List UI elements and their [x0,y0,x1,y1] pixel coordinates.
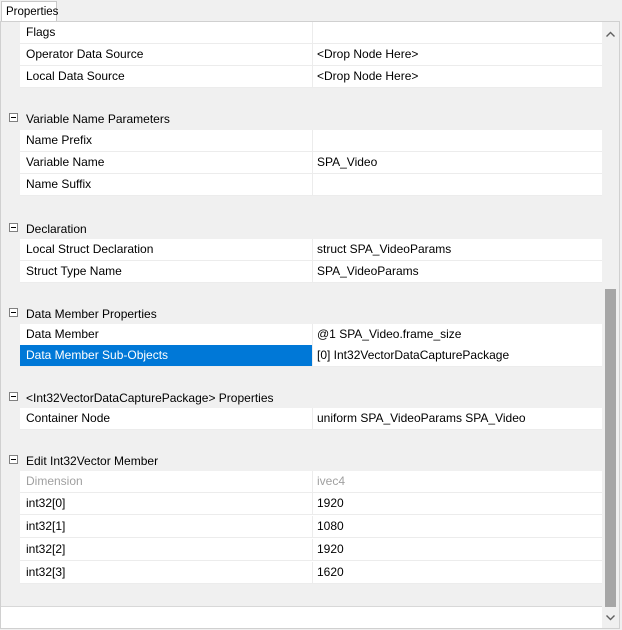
property-name: Name Suffix [26,177,92,191]
property-grid: Flags Operator Data Source <Drop Node He… [1,22,602,628]
property-value[interactable]: SPA_Video [317,152,602,173]
property-row-local-data-source[interactable]: Local Data Source <Drop Node Here> [20,66,602,88]
property-row-dimension: Dimension ivec4 [20,471,602,493]
property-name: int32[3] [26,565,66,579]
property-row-flags[interactable]: Flags [20,22,602,44]
property-row-data-member[interactable]: Data Member @1 SPA_Video.frame_size [20,324,602,346]
collapse-icon[interactable] [9,113,18,122]
property-name: Dimension [26,474,83,488]
property-value[interactable]: uniform SPA_VideoParams SPA_Video [317,408,602,429]
property-name: Name Prefix [26,133,93,147]
property-name: Struct Type Name [26,264,122,278]
property-row-int32-2[interactable]: int32[2] 1920 [20,539,602,561]
column-divider [312,130,313,151]
property-name: Flags [26,25,56,39]
property-row-local-struct-declaration[interactable]: Local Struct Declaration struct SPA_Vide… [20,239,602,261]
column-divider [312,539,313,560]
chevron-up-icon[interactable] [602,26,619,43]
property-value[interactable]: <Drop Node Here> [317,66,602,87]
column-divider [312,152,313,173]
property-name: Local Struct Declaration [26,242,154,256]
property-value[interactable]: 1920 [317,539,602,560]
property-value[interactable]: struct SPA_VideoParams [317,239,602,260]
property-value[interactable] [317,22,602,43]
category-edit-int32vector-member[interactable]: Edit Int32Vector Member [1,450,602,472]
category-data-member-properties[interactable]: Data Member Properties [1,303,602,325]
column-divider [312,324,313,345]
category-gap [1,196,602,218]
property-name: Variable Name [26,155,105,169]
category-package-properties[interactable]: <Int32VectorDataCapturePackage> Properti… [1,387,602,409]
category-variable-name-parameters[interactable]: Variable Name Parameters [1,108,602,130]
vertical-scrollbar[interactable] [602,22,619,628]
category-label: <Int32VectorDataCapturePackage> Properti… [26,391,274,405]
column-divider [312,44,313,65]
property-row-int32-3[interactable]: int32[3] 1620 [20,562,602,584]
column-divider [312,66,313,87]
properties-panel: Flags Operator Data Source <Drop Node He… [0,21,620,629]
column-divider [312,408,313,429]
property-value[interactable]: 1920 [317,493,602,514]
column-divider [312,516,313,537]
property-row-data-member-sub-objects[interactable]: Data Member Sub-Objects [0] Int32VectorD… [20,345,602,367]
column-divider [312,345,313,366]
properties-window: Properties Flags Operator Data Source <D… [0,0,622,630]
category-gap [1,430,602,450]
category-label: Edit Int32Vector Member [26,454,159,468]
column-divider [312,562,313,583]
property-value[interactable]: <Drop Node Here> [317,44,602,65]
column-divider [312,493,313,514]
property-value[interactable]: @1 SPA_Video.frame_size [317,324,602,345]
property-name: Local Data Source [26,69,125,83]
property-name: int32[2] [26,542,66,556]
grid-bottom-gap [1,584,602,606]
property-name: Data Member [26,327,99,341]
collapse-icon[interactable] [9,455,18,464]
category-gap [1,88,602,108]
property-value[interactable]: 1620 [317,562,602,583]
category-label: Variable Name Parameters [26,112,170,126]
collapse-icon[interactable] [9,223,18,232]
column-divider [312,239,313,260]
column-divider [312,471,313,492]
tab-properties[interactable]: Properties [1,1,58,21]
column-divider [312,22,313,43]
property-name: int32[1] [26,519,66,533]
category-gap [1,367,602,387]
property-value: ivec4 [317,474,346,488]
collapse-icon[interactable] [9,392,18,401]
property-value[interactable]: 1080 [317,516,602,537]
property-value[interactable]: SPA_VideoParams [317,261,602,282]
property-row-operator-data-source[interactable]: Operator Data Source <Drop Node Here> [20,44,602,66]
property-name: Container Node [26,411,111,425]
property-name: Operator Data Source [26,47,144,61]
property-row-name-suffix[interactable]: Name Suffix [20,174,602,196]
description-area [1,606,602,628]
property-row-struct-type-name[interactable]: Struct Type Name SPA_VideoParams [20,261,602,283]
property-row-name-prefix[interactable]: Name Prefix [20,130,602,152]
column-divider [312,261,313,282]
category-gap [1,283,602,303]
collapse-icon[interactable] [9,308,18,317]
property-name: int32[0] [26,496,66,510]
property-row-container-node[interactable]: Container Node uniform SPA_VideoParams S… [20,408,602,430]
property-name: Data Member Sub-Objects [20,345,312,366]
property-value[interactable] [317,130,602,151]
category-declaration[interactable]: Declaration [1,218,602,240]
chevron-down-icon[interactable] [602,609,619,626]
category-label: Declaration [26,222,87,236]
category-label: Data Member Properties [26,307,157,321]
tab-bar: Properties [0,0,622,22]
scroll-thumb[interactable] [605,289,616,607]
property-value[interactable] [317,174,602,195]
property-row-int32-0[interactable]: int32[0] 1920 [20,493,602,515]
property-value[interactable]: [0] Int32VectorDataCapturePackage [317,345,602,366]
property-row-int32-1[interactable]: int32[1] 1080 [20,516,602,538]
column-divider [312,174,313,195]
property-row-variable-name[interactable]: Variable Name SPA_Video [20,152,602,174]
